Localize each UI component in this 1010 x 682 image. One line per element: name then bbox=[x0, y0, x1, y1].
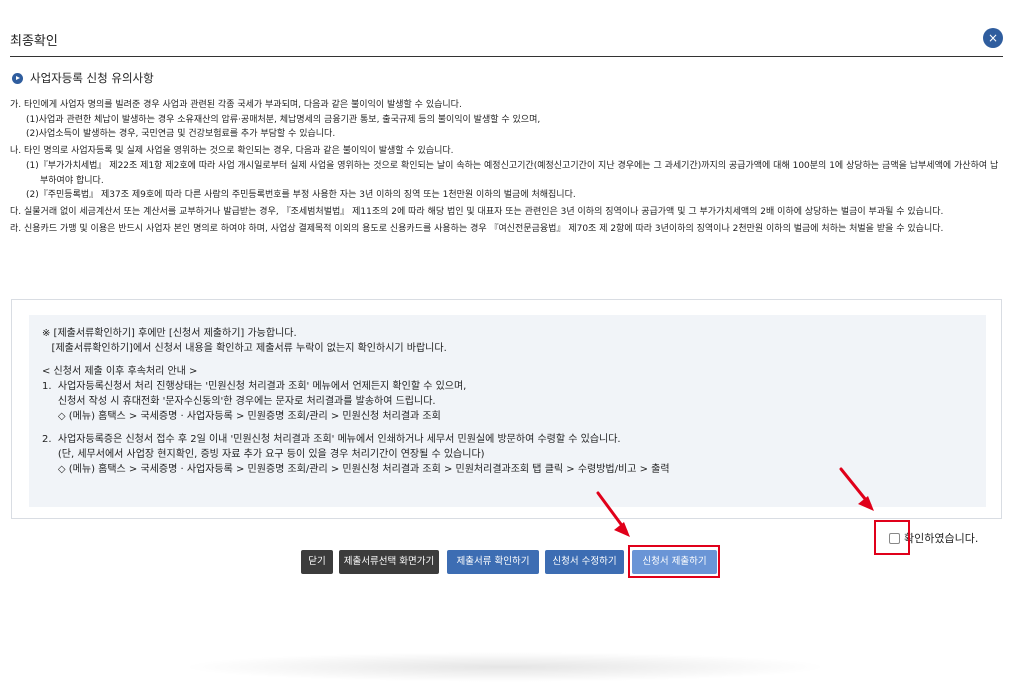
notice-item-na: 나. 타인 명의로 사업자등록 및 실제 사업을 영위하는 것으로 확인되는 경… bbox=[10, 146, 454, 157]
notice-item-ga-1: (1)사업과 관련한 체납이 발생하는 경우 소유재산의 압류·공매처분, 체납… bbox=[26, 114, 541, 125]
info-line: 신청서 작성 시 휴대전화 '문자수신동의'한 경우에는 문자로 처리결과를 발… bbox=[42, 396, 436, 408]
notice-item-da: 다. 실물거래 없이 세금계산서 또는 계산서를 교부하거나 발급받는 경우, … bbox=[10, 206, 944, 217]
info-box: ※ [제출서류확인하기] 후에만 [신청서 제출하기] 가능합니다. [제출서류… bbox=[29, 315, 986, 507]
confirm-checkbox[interactable] bbox=[889, 532, 900, 544]
dialog-title: 최종확인 bbox=[10, 34, 58, 49]
close-icon[interactable]: × bbox=[983, 28, 1003, 48]
notice-item-ra: 라. 신용카드 가맹 및 이용은 반드시 사업자 본인 명의로 하여야 하며, … bbox=[10, 223, 944, 234]
confirm-label[interactable]: 확인하였습니다. bbox=[904, 530, 978, 546]
notice-item-na-2: (2)『주민등록법』 제37조 제9호에 따라 다른 사람의 주민등록번호를 부… bbox=[26, 190, 576, 201]
edit-application-button[interactable]: 신청서 수정하기 bbox=[545, 550, 624, 574]
dialog-header: 최종확인 × bbox=[10, 22, 1003, 57]
notice-item-ga: 가. 타인에게 사업자 명의를 빌려준 경우 사업과 관련된 각종 국세가 부과… bbox=[10, 100, 462, 110]
info-line: < 신청서 제출 이후 후속처리 안내 > bbox=[42, 365, 198, 377]
info-panel: ※ [제출서류확인하기] 후에만 [신청서 제출하기] 가능합니다. [제출서류… bbox=[11, 299, 1002, 519]
play-bullet-icon bbox=[12, 72, 23, 84]
info-line: 1. 사업자등록신청서 처리 진행상태는 '민원신청 처리결과 조회' 메뉴에서… bbox=[42, 380, 467, 392]
notice-item-na-1: (1)『부가가치세법』 제22조 제1항 제2호에 따라 사업 개시일로부터 실… bbox=[26, 160, 999, 186]
section-heading: 사업자등록 신청 유의사항 bbox=[12, 70, 154, 86]
info-line: ◇ (메뉴) 홈택스 > 국세증명 · 사업자등록 > 민원증명 조회/관리 >… bbox=[42, 464, 670, 476]
submit-application-button[interactable]: 신청서 제출하기 bbox=[632, 550, 717, 574]
info-line: ※ [제출서류확인하기] 후에만 [신청서 제출하기] 가능합니다. bbox=[42, 328, 297, 339]
info-line: ◇ (메뉴) 홈택스 > 국세증명 · 사업자등록 > 민원증명 조회/관리 >… bbox=[42, 411, 441, 423]
doc-check-button[interactable]: 제출서류 확인하기 bbox=[447, 550, 539, 574]
section-title: 사업자등록 신청 유의사항 bbox=[30, 71, 154, 85]
close-button[interactable]: 닫기 bbox=[301, 550, 333, 574]
button-row: 닫기 제출서류선택 화면가기 제출서류 확인하기 신청서 수정하기 신청서 제출… bbox=[0, 550, 1010, 576]
info-line: (단, 세무서에서 사업장 현지확인, 증빙 자료 추가 요구 등이 있을 경우… bbox=[42, 449, 485, 461]
info-line: 2. 사업자등록증은 신청서 접수 후 2일 이내 '민원신청 처리결과 조회'… bbox=[42, 433, 621, 445]
doc-select-button[interactable]: 제출서류선택 화면가기 bbox=[339, 550, 439, 574]
notice-item-ga-2: (2)사업소득이 발생하는 경우, 국민연금 및 건강보험료를 추가 부담할 수… bbox=[26, 129, 336, 140]
notice-text: 가. 타인에게 사업자 명의를 빌려준 경우 사업과 관련된 각종 국세가 부과… bbox=[10, 98, 1000, 236]
info-line: [제출서류확인하기]에서 신청서 내용을 확인하고 제출서류 누락이 없는지 확… bbox=[42, 343, 447, 355]
footer-shadow bbox=[180, 652, 830, 682]
confirm-area: 확인하였습니다. bbox=[884, 528, 978, 548]
